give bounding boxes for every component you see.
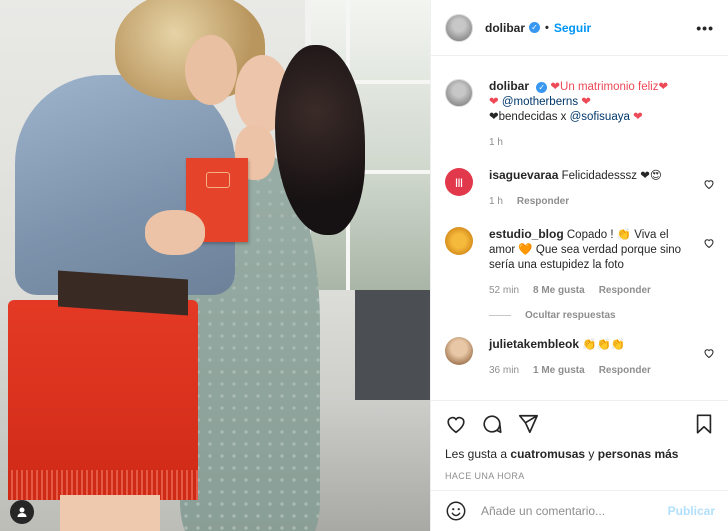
more-options-icon[interactable]: ••• [696, 20, 714, 36]
caption: dolibar ✓ ❤Un matrimonio feliz❤ ❤ @mothe… [445, 79, 715, 150]
add-comment-bar: Publicar [431, 490, 728, 531]
comment-item: ||| isaguevaraa Felicidadesssz ❤😍 1 h Re… [445, 168, 715, 209]
likes-summary: Les gusta a cuatromusas y personas más [445, 447, 715, 461]
verified-badge-icon: ✓ [536, 82, 548, 93]
caption-time[interactable]: 1 h [489, 135, 503, 150]
comment-username[interactable]: isaguevaraa [489, 168, 558, 182]
caption-text: ❤Un matrimonio feliz❤ [550, 81, 669, 93]
tagged-users-icon[interactable] [10, 500, 34, 524]
comment-time[interactable]: 52 min [489, 283, 519, 298]
liker-username[interactable]: cuatromusas [510, 447, 585, 461]
likes-more-button[interactable]: personas más [598, 447, 679, 461]
face-left [185, 35, 237, 105]
save-bookmark-icon[interactable] [693, 413, 715, 435]
legs [60, 495, 160, 531]
comment-text: Felicidadesssz [561, 170, 638, 182]
comment-item: estudio_blog Copado ! 👏 Viva el amor 🧡 Q… [445, 227, 715, 298]
like-comment-heart-icon[interactable] [703, 237, 715, 249]
post-photo[interactable] [0, 0, 430, 531]
caption-avatar[interactable] [445, 79, 473, 107]
caption-heart: ❤ [581, 96, 591, 108]
comment-likes[interactable]: 8 Me gusta [533, 283, 585, 298]
like-comment-heart-icon[interactable] [703, 178, 715, 190]
comment-username[interactable]: estudio_blog [489, 227, 564, 241]
comment-meta: 36 min 1 Me gusta Responder [489, 363, 715, 378]
author-avatar[interactable] [445, 13, 473, 42]
commenter-avatar[interactable] [445, 337, 473, 365]
comment-time[interactable]: 1 h [489, 194, 503, 209]
comment-bubble-icon[interactable] [481, 413, 503, 435]
comment-emoji: ❤😍 [640, 170, 662, 182]
comment-likes[interactable]: 1 Me gusta [533, 363, 585, 378]
post-sidebar: dolibar ✓ • Seguir ••• dolibar ✓ ❤Un mat… [430, 0, 728, 531]
caption-heart: ❤ [489, 96, 499, 108]
post-timestamp[interactable]: HACE UNA HORA [445, 471, 715, 481]
like-comment-heart-icon[interactable] [703, 347, 715, 359]
share-paper-plane-icon[interactable] [517, 413, 539, 435]
hands-holding-book [145, 210, 205, 255]
mention-link[interactable]: @motherberns [502, 96, 578, 108]
post-actions: Les gusta a cuatromusas y personas más H… [431, 400, 728, 481]
comment-username[interactable]: julietakembleok [489, 337, 579, 351]
hide-replies-button[interactable]: Ocultar respuestas [489, 310, 715, 321]
caption-text-2: ❤bendecidas x [489, 111, 570, 123]
caption-meta: 1 h [489, 135, 715, 150]
avatar-glyph-icon: ||| [455, 177, 463, 187]
reply-button[interactable]: Responder [599, 363, 651, 378]
caption-username[interactable]: dolibar [489, 79, 529, 93]
follow-button[interactable]: Seguir [554, 21, 591, 35]
author-username[interactable]: dolibar [485, 21, 525, 35]
hide-replies-label: Ocultar respuestas [525, 310, 616, 321]
comment-meta: 1 h Responder [489, 194, 715, 209]
post-header: dolibar ✓ • Seguir ••• [431, 0, 728, 56]
reply-button[interactable]: Responder [517, 194, 569, 209]
likes-mid: y [585, 447, 598, 461]
comment-time[interactable]: 36 min [489, 363, 519, 378]
likes-prefix: Les gusta a [445, 447, 511, 461]
separator-dot: • [545, 21, 549, 34]
comments-list[interactable]: dolibar ✓ ❤Un matrimonio feliz❤ ❤ @mothe… [431, 57, 728, 400]
caption-heart: ❤ [629, 111, 643, 123]
mention-link[interactable]: @sofisuaya [570, 111, 630, 123]
commenter-avatar[interactable]: ||| [445, 168, 473, 196]
verified-badge-icon: ✓ [529, 22, 541, 33]
reply-button[interactable]: Responder [599, 283, 651, 298]
emoji-smiley-icon[interactable] [445, 500, 467, 522]
commenter-avatar[interactable] [445, 227, 473, 255]
comment-input[interactable] [481, 504, 668, 518]
comment-text: 👏👏👏 [582, 339, 626, 351]
publish-button[interactable]: Publicar [668, 504, 715, 518]
comment-item: julietakembleok 👏👏👏 36 min 1 Me gusta Re… [445, 337, 715, 378]
like-heart-icon[interactable] [445, 413, 467, 435]
replies-divider [489, 315, 511, 316]
comment-meta: 52 min 8 Me gusta Responder [489, 283, 693, 298]
